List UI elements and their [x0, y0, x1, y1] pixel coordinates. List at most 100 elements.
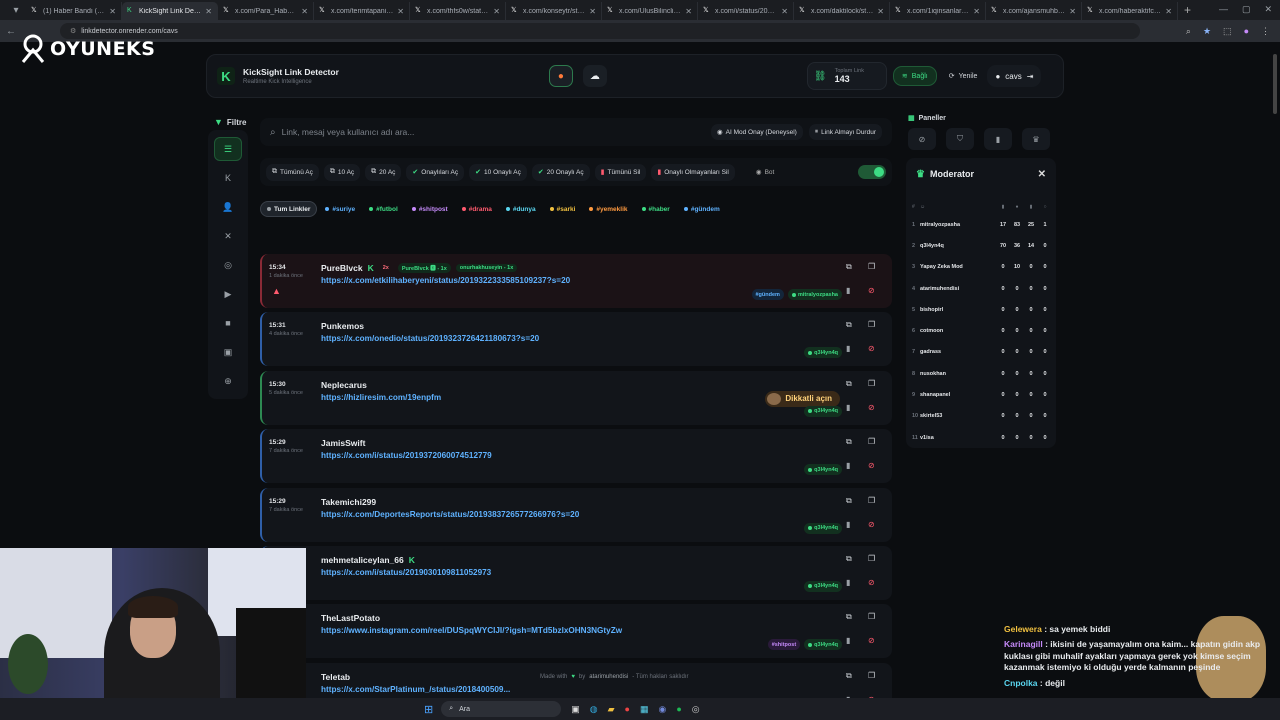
windows-start-icon[interactable]: ⊞: [424, 703, 433, 716]
open-10-approved-button[interactable]: ✔ 10 Onaylı Aç: [469, 163, 527, 181]
page-scrollbar[interactable]: [1272, 44, 1278, 694]
open-external-icon[interactable]: ⧉: [846, 320, 852, 330]
task-view-icon[interactable]: ▣: [571, 704, 580, 715]
moderator-row[interactable]: 11 v1isa 0 0 0 0: [912, 427, 1052, 448]
taskbar-search[interactable]: ⌕ Ara: [441, 701, 562, 717]
bot-toggle[interactable]: [858, 165, 886, 179]
moderator-row[interactable]: 9 shanapanel 0 0 0 0: [912, 384, 1052, 405]
tab-close-icon[interactable]: ✕: [1069, 7, 1076, 16]
open-external-icon[interactable]: ⧉: [846, 671, 852, 681]
search-input[interactable]: [281, 127, 705, 137]
tag-filter-item[interactable]: #dunya: [500, 201, 542, 217]
ban-icon[interactable]: ⊘: [868, 578, 875, 587]
close-window-button[interactable]: ✕: [1264, 4, 1272, 15]
maximize-button[interactable]: ▢: [1242, 4, 1251, 15]
trash-icon[interactable]: ▮: [846, 403, 850, 412]
moderator-row[interactable]: 4 atarimuhendisi 0 0 0 0: [912, 278, 1052, 299]
open-external-icon[interactable]: ⧉: [846, 262, 852, 272]
new-tab-button[interactable]: +: [1184, 3, 1191, 17]
tag-filter-item[interactable]: #yemeklik: [583, 201, 633, 217]
copy-icon[interactable]: ❐: [868, 320, 875, 329]
filter-x-icon[interactable]: ✕: [214, 224, 242, 248]
trophy-panel-icon[interactable]: ♛: [1022, 128, 1050, 150]
trash-icon[interactable]: ▮: [846, 520, 850, 529]
copy-icon[interactable]: ❐: [868, 437, 875, 446]
moderator-row[interactable]: 10 skirtel53 0 0 0 0: [912, 406, 1052, 427]
moderator-row[interactable]: 3 Yapay Zeka Mod 0 10 0 0: [912, 257, 1052, 278]
message-username[interactable]: mehmetaliceylan_66: [321, 555, 404, 565]
tag-filter-all[interactable]: Tum Linkler: [260, 201, 318, 217]
browser-tab[interactable]: 𝕏 (1) Haber Bandı (@hab ✕: [26, 2, 122, 20]
tab-search-icon[interactable]: ▾: [6, 5, 26, 16]
ban-icon[interactable]: ⊘: [868, 520, 875, 529]
moderator-row[interactable]: 8 nusokhan 0 0 0 0: [912, 363, 1052, 384]
spotify-icon[interactable]: ●: [676, 704, 681, 715]
moderator-row[interactable]: 5 bishopirl 0 0 0 0: [912, 299, 1052, 320]
browser-tab[interactable]: 𝕏x.com/Para_Haber/sta ✕: [218, 2, 314, 20]
trash-icon[interactable]: ▮: [846, 461, 850, 470]
trash-icon[interactable]: ▮: [846, 286, 850, 295]
tab-close-icon[interactable]: ✕: [205, 7, 212, 16]
tag-filter-item[interactable]: #futbol: [363, 201, 404, 217]
bookmark-star-icon[interactable]: ★: [1203, 26, 1211, 37]
copy-icon[interactable]: ❐: [868, 671, 875, 680]
open-external-icon[interactable]: ⧉: [846, 612, 852, 622]
filter-user-icon[interactable]: 👤: [214, 195, 242, 219]
tab-close-icon[interactable]: ✕: [877, 7, 884, 16]
ban-icon[interactable]: ⊘: [868, 344, 875, 353]
message-link[interactable]: https://x.com/i/status/20190301098110529…: [321, 568, 491, 577]
tab-close-icon[interactable]: ✕: [589, 7, 596, 16]
scrollbar-thumb[interactable]: [1273, 54, 1277, 114]
open-external-icon[interactable]: ⧉: [846, 379, 852, 389]
moderator-row[interactable]: 2 q3l4yn4q 70 36 14 0: [912, 235, 1052, 256]
moderator-row[interactable]: 6 cotmoon 0 0 0 0: [912, 320, 1052, 341]
moderator-row[interactable]: 7 gadrass 0 0 0 0: [912, 342, 1052, 363]
tab-close-icon[interactable]: ✕: [109, 7, 116, 16]
tag-filter-item[interactable]: #shitpost: [406, 201, 454, 217]
filter-image-icon[interactable]: ▣: [214, 340, 242, 364]
tab-close-icon[interactable]: ✕: [973, 7, 980, 16]
copy-icon[interactable]: ❐: [868, 496, 875, 505]
filter-youtube-icon[interactable]: ▶: [214, 282, 242, 306]
copy-icon[interactable]: ❐: [868, 262, 875, 271]
explorer-icon[interactable]: ▰: [608, 704, 615, 715]
tab-close-icon[interactable]: ✕: [685, 7, 692, 16]
url-field[interactable]: ⚙ linkdetector.onrender.com/cavs: [60, 23, 1140, 39]
ban-icon[interactable]: ⊘: [868, 403, 875, 412]
message-username[interactable]: PureBlvck: [321, 263, 363, 273]
trash-icon[interactable]: ▮: [846, 636, 850, 645]
open-20-button[interactable]: ⧉ 20 Aç: [365, 163, 402, 181]
browser-tab[interactable]: K KickSight Link Detector ✕: [122, 2, 218, 20]
obs-icon[interactable]: ◎: [692, 704, 700, 715]
theme-fire-icon[interactable]: ●: [548, 65, 573, 87]
connected-button[interactable]: ≋ Bağlı: [892, 66, 937, 86]
open-10-button[interactable]: ⧉ 10 Aç: [323, 163, 361, 181]
filter-video-icon[interactable]: ■: [214, 311, 242, 335]
ai-mode-button[interactable]: ◉ AI Mod Onay (Deneysel): [710, 124, 803, 140]
message-link[interactable]: https://x.com/StarPlatinum_/status/20184…: [321, 685, 510, 694]
back-icon[interactable]: ←: [6, 26, 20, 37]
open-external-icon[interactable]: ⧉: [846, 437, 852, 447]
ban-icon[interactable]: ⊘: [868, 286, 875, 295]
open-20-approved-button[interactable]: ✔ 20 Onaylı Aç: [531, 163, 590, 181]
ban-icon[interactable]: ⊘: [868, 461, 875, 470]
tag-filter-item[interactable]: #sarki: [544, 201, 582, 217]
browser-tab[interactable]: 𝕏x.com/terimtapani/sta ✕: [314, 2, 410, 20]
tab-close-icon[interactable]: ✕: [397, 7, 404, 16]
store-icon[interactable]: ▦: [640, 704, 649, 715]
message-link[interactable]: https://x.com/etkilihaberyeni/status/201…: [321, 276, 570, 285]
message-username[interactable]: Takemichi299: [321, 497, 376, 507]
open-external-icon[interactable]: ⧉: [846, 496, 852, 506]
footer-author[interactable]: atarimuhendisi: [589, 674, 628, 680]
tab-close-icon[interactable]: ✕: [781, 7, 788, 16]
minimize-button[interactable]: —: [1219, 4, 1228, 15]
browser-tab[interactable]: 𝕏x.com/thfs0w/status/2 ✕: [410, 2, 506, 20]
browser-tab[interactable]: 𝕏x.com/UlusBilincli/sta ✕: [602, 2, 698, 20]
discord-icon[interactable]: ◉: [658, 704, 666, 715]
logout-icon[interactable]: ⇥: [1027, 72, 1034, 81]
message-link[interactable]: https://x.com/onedio/status/201932372642…: [321, 334, 539, 343]
profile-icon[interactable]: ●: [1244, 26, 1249, 37]
tag-filter-item[interactable]: #suriye: [319, 201, 361, 217]
tag-filter-item[interactable]: #gündem: [678, 201, 726, 217]
message-link[interactable]: https://x.com/i/status/20193720600745127…: [321, 451, 492, 460]
